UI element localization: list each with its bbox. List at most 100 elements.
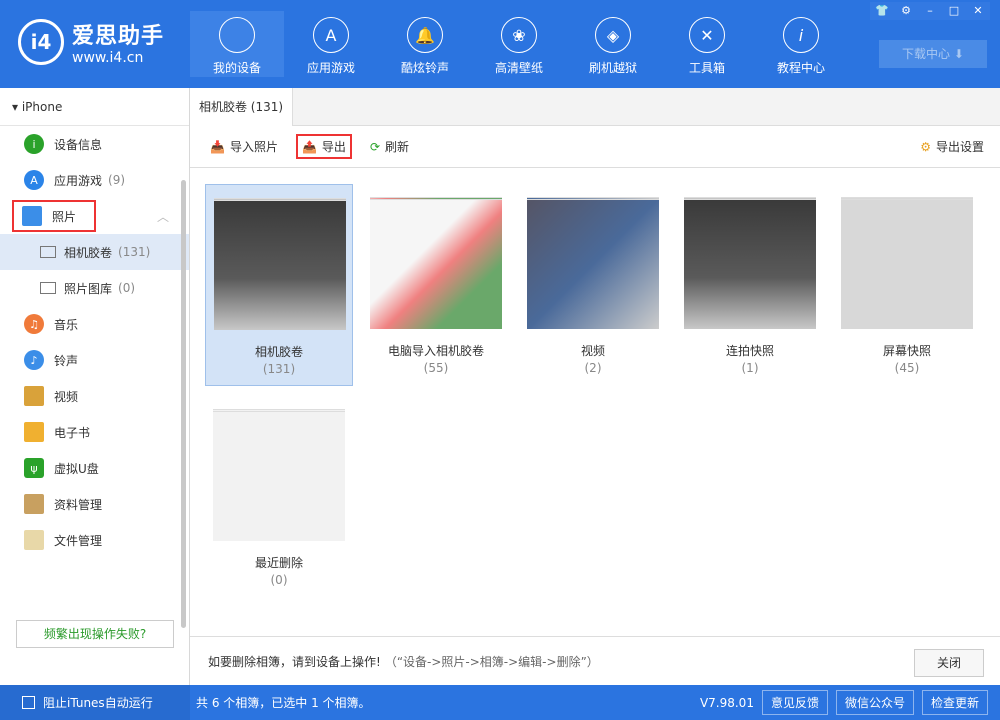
album-thumbnail xyxy=(684,197,816,329)
label: 照片图库 xyxy=(64,281,113,296)
sidebar-item-ringtones[interactable]: ♪ 铃声 xyxy=(0,342,189,378)
album-count: (1) xyxy=(741,361,759,375)
status-bar: 阻止iTunes自动运行 共 6 个相簿，已选中 1 个相簿。 V7.98.01… xyxy=(0,685,1000,720)
label: 铃声 xyxy=(54,353,79,368)
label: 照片 xyxy=(52,209,77,224)
flower-icon: ❀ xyxy=(501,17,537,53)
frequent-failure-button[interactable]: 频繁出现操作失败? xyxy=(16,620,174,648)
sidebar-item-files[interactable]: 文件管理 xyxy=(0,522,189,558)
logo: i4 爱思助手 www.i4.cn xyxy=(18,18,164,66)
export-settings-button[interactable]: ⚙ 导出设置 xyxy=(920,138,984,155)
sidebar-item-camera-roll[interactable]: 相机胶卷 (131) xyxy=(0,234,189,270)
label: 导入照片 xyxy=(229,140,278,154)
album-name: 屏幕快照 xyxy=(882,344,931,358)
count: (131) xyxy=(118,245,151,259)
label: 相机胶卷 xyxy=(64,245,113,260)
sidebar-item-device-info[interactable]: i 设备信息 xyxy=(0,126,189,162)
nav-label: 高清壁纸 xyxy=(494,61,543,75)
summary-text: 共 6 个相簿，已选中 1 个相簿。 xyxy=(196,696,371,710)
album-count: (2) xyxy=(584,361,602,375)
nav-label: 教程中心 xyxy=(776,61,825,75)
device-header[interactable]: ▾ iPhone xyxy=(0,88,189,126)
sidebar-item-data[interactable]: 资料管理 xyxy=(0,486,189,522)
sidebar-item-udisk[interactable]: ψ 虚拟U盘 xyxy=(0,450,189,486)
device-name: iPhone xyxy=(21,100,63,114)
window-controls: 👕 ⚙ – □ ✕ xyxy=(870,2,990,20)
skin-icon[interactable]: 👕 xyxy=(870,2,894,20)
checkbox[interactable] xyxy=(22,696,35,709)
minimize-icon[interactable]: – xyxy=(918,2,942,20)
photo-icon xyxy=(22,206,42,226)
bell-icon: ♪ xyxy=(24,350,44,370)
sidebar-item-ebooks[interactable]: 电子书 xyxy=(0,414,189,450)
nav-toolbox[interactable]: ✕ 工具箱 xyxy=(660,11,754,77)
album-thumbnail xyxy=(214,198,346,330)
appstore-icon: A xyxy=(313,17,349,53)
sidebar-item-music[interactable]: ♫ 音乐 xyxy=(0,306,189,342)
nav-ringtones[interactable]: 🔔 酷炫铃声 xyxy=(378,11,472,77)
nav-tutorials[interactable]: i 教程中心 xyxy=(754,11,848,77)
export-button[interactable]: 📤 导出 xyxy=(295,134,352,159)
gear-icon[interactable]: ⚙ xyxy=(894,2,918,20)
close-button[interactable]: 关闭 xyxy=(914,649,984,677)
album-name: 相机胶卷 xyxy=(254,345,303,359)
label: 阻止iTunes自动运行 xyxy=(43,696,153,710)
main-panel: 相机胶卷 (131) 📥 导入照片 📤 导出 ⟳ 刷新 ⚙ 导出设置 相机胶卷 (131)… xyxy=(190,88,1000,685)
album-videos[interactable]: 视频 (2) xyxy=(519,184,667,386)
album-thumbnail xyxy=(527,197,659,329)
logo-mark: i4 xyxy=(18,19,64,65)
sidebar-item-photo-library[interactable]: 照片图库 (0) xyxy=(0,270,189,306)
nav-wallpapers[interactable]: ❀ 高清壁纸 xyxy=(472,11,566,77)
check-update-button[interactable]: 检查更新 xyxy=(921,690,988,715)
refresh-icon: ⟳ xyxy=(369,139,380,154)
album-name: 视频 xyxy=(580,344,605,358)
hint-text: 如要删除相簿，请到设备上操作! xyxy=(208,654,381,669)
label: 导出 xyxy=(321,140,346,154)
logo-url: www.i4.cn xyxy=(72,50,144,66)
nav-label: 工具箱 xyxy=(688,61,725,75)
album-camera-roll[interactable]: 相机胶卷 (131) xyxy=(205,184,353,386)
apple-icon xyxy=(219,17,255,53)
sidebar-item-apps[interactable]: A 应用游戏 (9) xyxy=(0,162,189,198)
contacts-icon xyxy=(24,494,44,514)
refresh-button[interactable]: ⟳ 刷新 xyxy=(364,134,415,159)
label: 虚拟U盘 xyxy=(54,461,99,476)
album-screenshots[interactable]: 屏幕快照 (45) xyxy=(833,184,981,386)
music-icon: ♫ xyxy=(24,314,44,334)
label: 视频 xyxy=(54,389,79,404)
tools-icon: ✕ xyxy=(689,17,725,53)
nav-flash[interactable]: ◈ 刷机越狱 xyxy=(566,11,660,77)
feedback-button[interactable]: 意见反馈 xyxy=(761,690,828,715)
sidebar-item-video[interactable]: 视频 xyxy=(0,378,189,414)
download-center-button[interactable]: 下载中心 ⬇ xyxy=(879,40,987,68)
album-count: (0) xyxy=(270,573,288,587)
import-photos-button[interactable]: 📥 导入照片 xyxy=(204,134,284,159)
book-icon xyxy=(24,422,44,442)
album-bursts[interactable]: 连拍快照 (1) xyxy=(676,184,824,386)
nav-label: 应用游戏 xyxy=(306,61,355,75)
label: 刷新 xyxy=(385,140,410,154)
nav-apps[interactable]: A 应用游戏 xyxy=(284,11,378,77)
maximize-icon[interactable]: □ xyxy=(942,2,966,20)
album-count: (55) xyxy=(423,361,449,375)
album-recently-deleted[interactable]: 最近删除 (0) xyxy=(205,396,353,598)
sidebar-scrollbar[interactable] xyxy=(181,180,186,628)
nav-label: 酷炫铃声 xyxy=(400,61,449,75)
album-icon xyxy=(40,246,56,258)
album-pc-import[interactable]: 电脑导入相机胶卷 (55) xyxy=(362,184,510,386)
sidebar-item-photos[interactable]: 照片 ︿ xyxy=(0,198,189,234)
nav-my-device[interactable]: 我的设备 xyxy=(190,11,284,77)
wechat-button[interactable]: 微信公众号 xyxy=(835,690,914,715)
album-name: 电脑导入相机胶卷 xyxy=(387,344,484,358)
info-icon: i xyxy=(783,17,819,53)
label: 文件管理 xyxy=(54,533,103,548)
header: i4 爱思助手 www.i4.cn 我的设备 A 应用游戏 🔔 酷炫铃声 ❀ 高清壁纸 … xyxy=(0,0,1000,88)
gear-icon: ⚙ xyxy=(920,139,931,154)
tab-camera-roll[interactable]: 相机胶卷 (131) xyxy=(190,88,293,126)
count: (0) xyxy=(118,281,136,295)
close-icon[interactable]: ✕ xyxy=(966,2,990,20)
block-itunes-checkbox[interactable]: 阻止iTunes自动运行 xyxy=(0,685,190,720)
download-label: 下载中心 xyxy=(902,47,951,61)
main-nav: 我的设备 A 应用游戏 🔔 酷炫铃声 ❀ 高清壁纸 ◈ 刷机越狱 ✕ 工具箱 i 教程中心 xyxy=(190,11,848,77)
bell-icon: 🔔 xyxy=(407,17,443,53)
